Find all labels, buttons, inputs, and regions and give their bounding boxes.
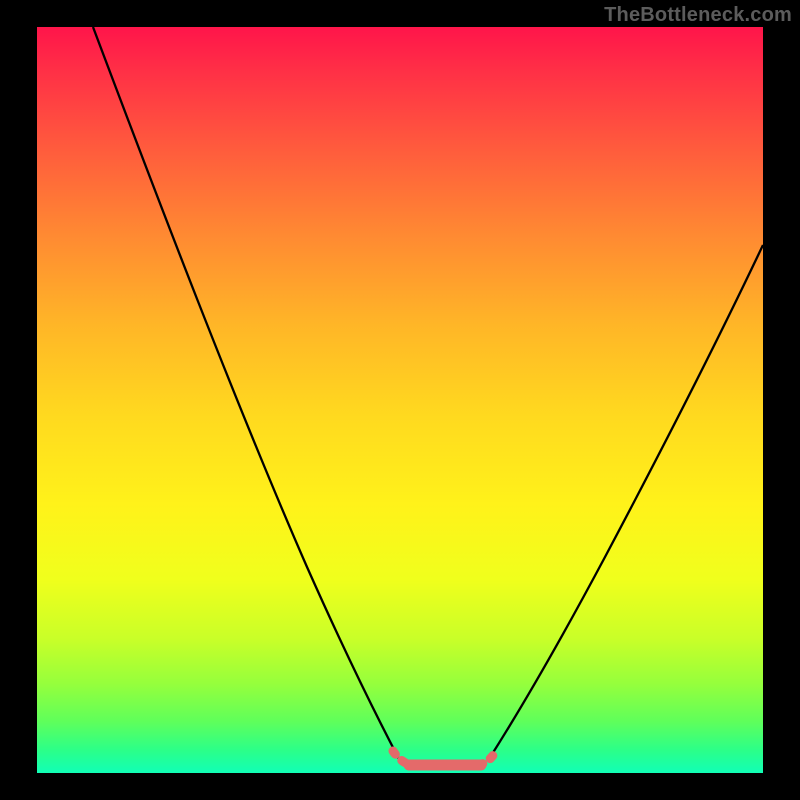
highlight-right-end — [479, 749, 497, 765]
chart-area — [37, 27, 763, 773]
watermark-text: TheBottleneck.com — [604, 4, 792, 27]
left-curve — [93, 27, 399, 759]
highlight-left-end — [393, 751, 411, 765]
chart-svg — [37, 27, 763, 773]
right-curve — [489, 245, 763, 759]
